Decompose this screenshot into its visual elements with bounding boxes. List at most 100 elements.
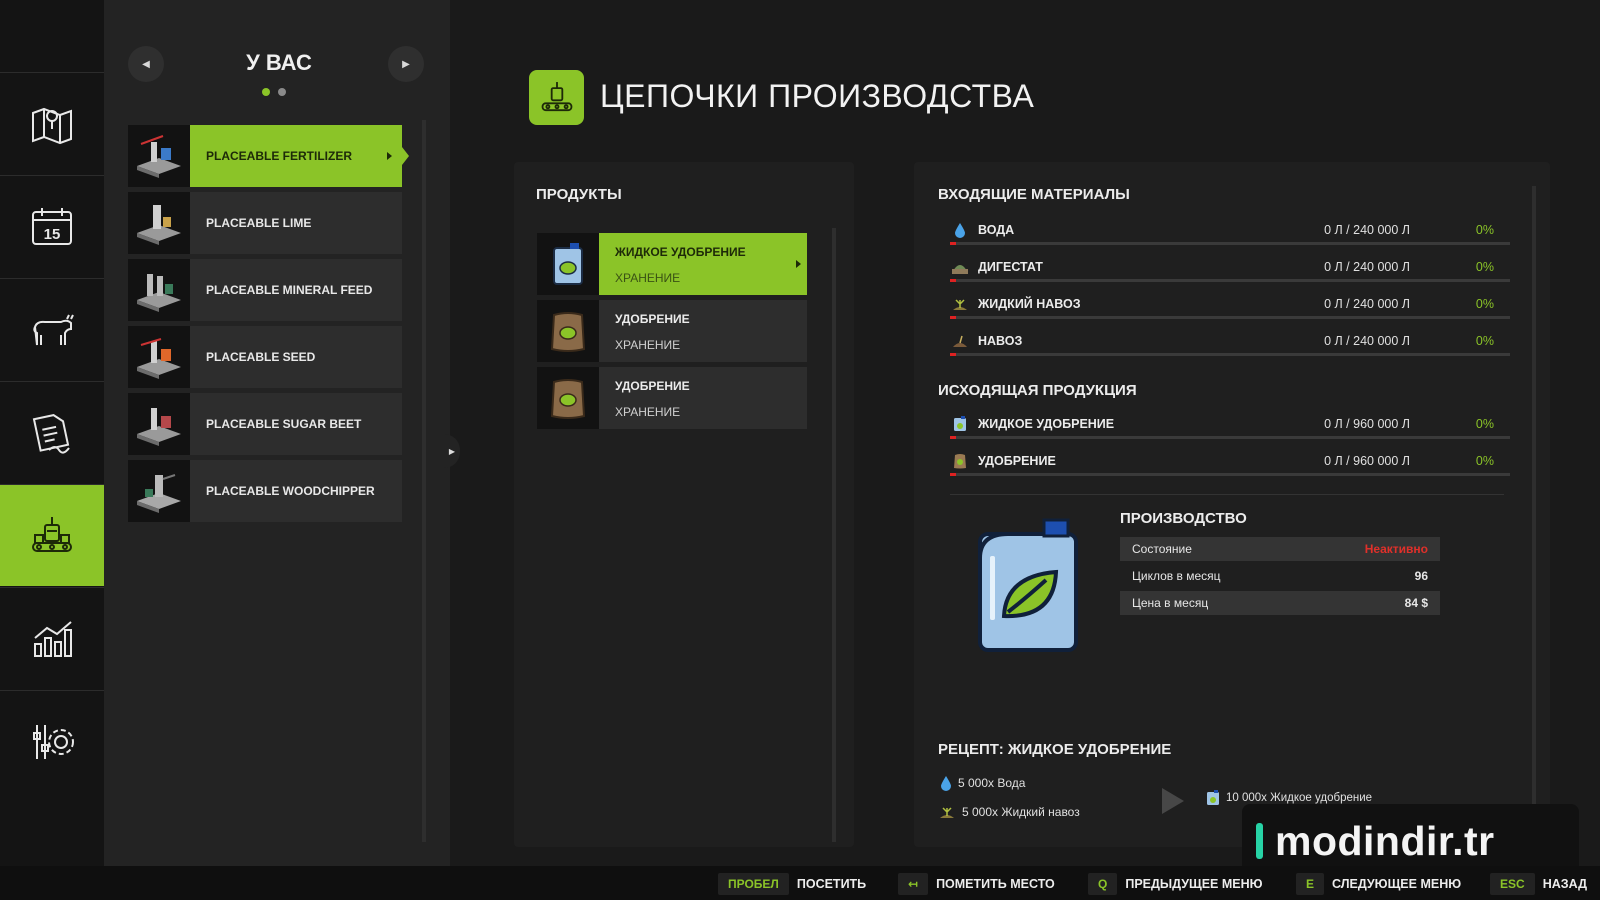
hint-label: ПРЕДЫДУЩЕЕ МЕНЮ — [1125, 877, 1263, 891]
hint-label: ПОМЕТИТЬ МЕСТО — [936, 877, 1055, 891]
input-percent: 0% — [1475, 223, 1494, 237]
production-item-seed[interactable]: PLACEABLE SEED — [128, 326, 402, 388]
input-amount: 0 Л / 240 000 Л — [1324, 223, 1410, 237]
nav-calendar[interactable]: 15 — [0, 175, 104, 277]
animals-icon — [33, 314, 74, 345]
production-row-status: Состояние Неактивно — [1120, 537, 1440, 561]
production-item-label: PLACEABLE LIME — [190, 192, 402, 254]
key-badge: ESC — [1490, 873, 1535, 895]
output-amount: 0 Л / 960 000 Л — [1324, 417, 1410, 431]
panel-title: У ВАС — [246, 50, 312, 75]
input-percent: 0% — [1475, 334, 1494, 348]
recipe-input-label: 5 000x Жидкий навоз — [962, 805, 1080, 819]
input-row-manure: НАВОЗ 0 Л / 240 000 Л 0% — [950, 331, 1510, 361]
production-item-mineral-feed[interactable]: PLACEABLE MINERAL FEED — [128, 259, 402, 321]
production-row-label: Состояние — [1132, 542, 1192, 556]
hint-next-menu[interactable]: E СЛЕДУЮЩЕЕ МЕНЮ — [1296, 873, 1461, 895]
calendar-day: 15 — [44, 226, 61, 243]
liquid-manure-icon — [950, 294, 970, 314]
product-item-liquid-fertilizer[interactable]: ЖИДКОЕ УДОБРЕНИЕ ХРАНЕНИЕ — [537, 233, 807, 295]
manure-icon — [950, 331, 970, 351]
output-name: УДОБРЕНИЕ — [978, 454, 1056, 468]
chevron-right-icon: ▶ — [402, 58, 410, 70]
nav-production[interactable] — [0, 484, 112, 586]
hint-mark-location[interactable]: ↤ ПОМЕТИТЬ МЕСТО — [898, 873, 1055, 895]
input-row-liquid-manure: ЖИДКИЙ НАВОЗ 0 Л / 240 000 Л 0% — [950, 294, 1510, 324]
page-title: ЦЕПОЧКИ ПРОИЗВОДСТВА — [600, 78, 1035, 114]
production-thumbnail — [128, 326, 190, 388]
hint-label: ПОСЕТИТЬ — [796, 877, 867, 891]
input-percent: 0% — [1475, 260, 1494, 274]
production-item-fertilizer[interactable]: PLACEABLE FERTILIZER — [128, 125, 409, 187]
nav-animals[interactable] — [0, 278, 104, 380]
next-page-button[interactable]: ▶ — [388, 46, 424, 82]
statistics-icon — [34, 620, 72, 657]
production-row-label: Цена в месяц — [1132, 596, 1209, 610]
production-row-value: 84 $ — [1404, 596, 1428, 610]
chevron-left-icon: ◀ — [142, 58, 150, 70]
nav-statistics[interactable] — [0, 587, 104, 689]
water-drop-icon — [941, 776, 951, 791]
input-percent: 0% — [1475, 297, 1494, 311]
production-thumbnail — [128, 393, 190, 455]
products-scrollbar[interactable] — [832, 228, 836, 842]
inputs-heading: ВХОДЯЩИЕ МАТЕРИАЛЫ — [938, 186, 1130, 203]
key-badge: ПРОБЕЛ — [718, 873, 789, 895]
key-badge: Q — [1088, 873, 1118, 895]
nav-settings[interactable] — [0, 690, 104, 792]
production-item-label: PLACEABLE SEED — [190, 326, 402, 388]
production-list-panel: ◀ У ВАС ▶ PLACEABLE FERTILIZER PLACEABLE… — [104, 0, 450, 866]
liquid-manure-icon — [940, 807, 954, 818]
factory-mineral-feed-icon — [137, 274, 181, 312]
hint-back[interactable]: ESC НАЗАД — [1490, 873, 1587, 895]
settings-icon — [33, 724, 74, 759]
water-drop-icon — [950, 220, 970, 240]
product-item-label: УДОБРЕНИЕ ХРАНЕНИЕ — [599, 367, 807, 429]
production-row-cost: Цена в месяц 84 $ — [1120, 591, 1440, 615]
product-item-fertilizer[interactable]: УДОБРЕНИЕ ХРАНЕНИЕ — [537, 300, 807, 362]
main-nav: 15 — [0, 0, 112, 866]
production-row-cycles: Циклов в месяц 96 — [1120, 564, 1440, 588]
production-thumbnail — [128, 460, 190, 522]
nav-map[interactable] — [0, 72, 104, 174]
nav-contracts[interactable] — [0, 381, 104, 483]
input-fill-bar — [950, 316, 1510, 319]
page-dot[interactable] — [278, 88, 286, 96]
production-thumbnail — [128, 259, 190, 321]
input-name: ЖИДКИЙ НАВОЗ — [978, 297, 1081, 311]
production-item-woodchipper[interactable]: PLACEABLE WOODCHIPPER — [128, 460, 402, 522]
prev-page-button[interactable]: ◀ — [128, 46, 164, 82]
output-row-liquid-fertilizer: ЖИДКОЕ УДОБРЕНИЕ 0 Л / 960 000 Л 0% — [950, 414, 1510, 444]
recipe-input-label: 5 000x Вода — [958, 776, 1026, 790]
hint-visit[interactable]: ПРОБЕЛ ПОСЕТИТЬ — [718, 873, 866, 895]
input-amount: 0 Л / 240 000 Л — [1324, 297, 1410, 311]
input-name: ВОДА — [978, 223, 1015, 237]
map-icon — [32, 107, 72, 144]
factory-woodchipper-icon — [137, 474, 181, 513]
input-amount: 0 Л / 240 000 Л — [1324, 334, 1410, 348]
liquid-fertilizer-icon — [553, 243, 583, 285]
production-item-sugar-beet[interactable]: PLACEABLE SUGAR BEET — [128, 393, 402, 455]
production-thumbnail — [128, 192, 190, 254]
production-item-lime[interactable]: PLACEABLE LIME — [128, 192, 402, 254]
details-scrollbar[interactable] — [1532, 186, 1536, 806]
key-badge: E — [1296, 873, 1325, 895]
input-amount: 0 Л / 240 000 Л — [1324, 260, 1410, 274]
list-scrollbar[interactable] — [422, 120, 426, 842]
production-row-label: Циклов в месяц — [1132, 569, 1221, 583]
product-item-fertilizer-2[interactable]: УДОБРЕНИЕ ХРАНЕНИЕ — [537, 367, 807, 429]
outputs-heading: ИСХОДЯЩАЯ ПРОДУКЦИЯ — [938, 382, 1137, 399]
hint-previous-menu[interactable]: Q ПРЕДЫДУЩЕЕ МЕНЮ — [1088, 873, 1263, 895]
contracts-icon — [32, 413, 70, 454]
production-row-value: 96 — [1414, 569, 1428, 583]
header-production-icon — [529, 70, 584, 125]
watermark-text: modindir.tr — [1275, 817, 1495, 864]
recipe-output-label: 10 000x Жидкое удобрение — [1226, 792, 1373, 804]
input-name: ДИГЕСТАТ — [978, 260, 1043, 274]
collapse-panel-button[interactable]: ▶ — [444, 434, 460, 468]
production-chain-icon — [541, 81, 572, 111]
page-dot[interactable] — [262, 88, 270, 96]
input-row-water: ВОДА 0 Л / 240 000 Л 0% — [950, 220, 1510, 250]
production-stats-table: Состояние Неактивно Циклов в месяц 96 Це… — [1120, 537, 1440, 618]
page-indicator — [262, 88, 286, 96]
